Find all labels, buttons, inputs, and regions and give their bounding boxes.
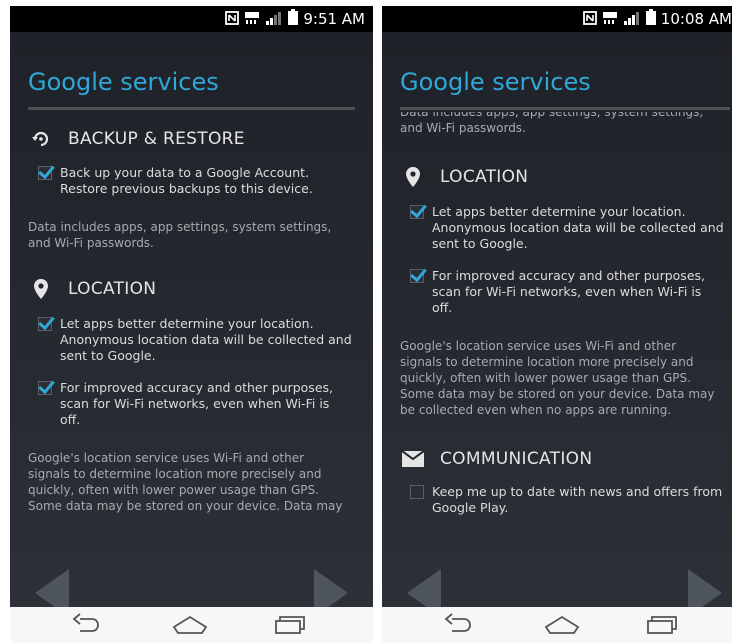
comm-line1: Keep me up to date with news and offers … (432, 484, 723, 499)
backup-section-header: BACKUP & RESTORE (30, 128, 245, 150)
locdesc-line2: signals to determine location more preci… (28, 467, 322, 481)
backup-restore-icon (30, 128, 52, 150)
loc1-line3: sent to Google. (432, 236, 528, 251)
comm-line2: Google Play. (432, 500, 509, 515)
communication-checkbox[interactable] (410, 485, 424, 499)
location-item-2[interactable]: For improved accuracy and other purposes… (410, 268, 705, 316)
location-checkbox-1[interactable] (410, 205, 424, 219)
setup-screen: Google services BACKUP & RESTORE Back up… (10, 32, 373, 607)
location-item-1[interactable]: Let apps better determine your location.… (410, 204, 724, 252)
location-checkbox-1[interactable] (38, 317, 52, 331)
nfc-icon (582, 10, 597, 29)
location-checkbox-2[interactable] (38, 381, 52, 395)
locdesc-line4: Some data may be stored on your device. … (400, 387, 715, 401)
backup-note-line2: and Wi-Fi passwords. (28, 236, 154, 250)
backup-note: Data includes apps, app settings, system… (28, 219, 331, 251)
status-time: 10:08 AM (660, 10, 732, 28)
navigation-bar (382, 607, 732, 643)
loc2-line2: scan for Wi-Fi networks, even when Wi-Fi… (60, 396, 330, 411)
location-item-1[interactable]: Let apps better determine your location.… (38, 316, 352, 364)
location-section-header: LOCATION (30, 278, 156, 300)
backup-checkbox[interactable] (38, 166, 52, 180)
phone-screen-right: 10:08 AM Google services Data includes a… (382, 0, 732, 643)
loc1-line2: Anonymous location data will be collecte… (60, 332, 352, 347)
location-checkbox-2[interactable] (410, 269, 424, 283)
loc1-line1: Let apps better determine your location. (60, 316, 314, 331)
battery-icon (645, 9, 656, 29)
title-divider (28, 107, 355, 110)
location-section-header: LOCATION (402, 166, 528, 188)
next-button[interactable] (314, 569, 348, 607)
loc2-line3: off. (60, 412, 81, 427)
location-pin-icon (402, 166, 424, 188)
loc2-line1: For improved accuracy and other purposes… (432, 268, 705, 283)
previous-button[interactable] (35, 569, 69, 607)
scroll-content[interactable]: Data includes apps, app settings, system… (382, 112, 732, 547)
location-item-2[interactable]: For improved accuracy and other purposes… (38, 380, 333, 428)
location-section-title: LOCATION (68, 279, 157, 299)
previous-button[interactable] (407, 569, 441, 607)
location-item-1-label: Let apps better determine your location.… (60, 316, 352, 364)
location-section-title: LOCATION (440, 167, 529, 187)
backup-label-line1: Back up your data to a Google Account. (60, 165, 310, 180)
lte-icon (602, 10, 618, 29)
location-description: Google's location service uses Wi-Fi and… (28, 450, 342, 514)
location-pin-icon (30, 278, 52, 300)
lte-icon (244, 10, 260, 29)
backup-note-partial: Data includes apps, app settings, system… (400, 112, 703, 136)
communication-item[interactable]: Keep me up to date with news and offers … (410, 484, 722, 516)
backup-note-line1: Data includes apps, app settings, system… (28, 220, 332, 234)
locdesc-line1: Google's location service uses Wi-Fi and… (28, 451, 305, 465)
signal-icon (265, 10, 283, 29)
locdesc-line2: signals to determine location more preci… (400, 355, 694, 369)
back-icon[interactable] (444, 613, 480, 637)
backup-section-title: BACKUP & RESTORE (68, 129, 245, 149)
navigation-bar (10, 607, 373, 643)
loc2-line1: For improved accuracy and other purposes… (60, 380, 333, 395)
status-bar: 10:08 AM (382, 6, 732, 32)
locdesc-line1: Google's location service uses Wi-Fi and… (400, 339, 677, 353)
recents-icon[interactable] (644, 613, 680, 637)
next-button[interactable] (688, 569, 722, 607)
loc2-line2: scan for Wi-Fi networks, even when Wi-Fi… (432, 284, 702, 299)
locdesc-line5: be collected even when no apps are runni… (400, 403, 672, 417)
partial-line1: Data includes apps, app settings, system… (400, 112, 704, 119)
communication-section-title: COMMUNICATION (440, 449, 593, 469)
status-bar: 9:51 AM (10, 6, 373, 32)
backup-checkbox-item[interactable]: Back up your data to a Google Account. R… (38, 165, 313, 197)
location-item-2-label: For improved accuracy and other purposes… (432, 268, 705, 316)
locdesc-line3: quickly, often with lower power usage th… (28, 483, 319, 497)
recents-icon[interactable] (272, 613, 308, 637)
location-description: Google's location service uses Wi-Fi and… (400, 338, 714, 418)
signal-icon (623, 10, 641, 29)
battery-icon (288, 9, 299, 29)
partial-line2: and Wi-Fi passwords. (400, 121, 526, 135)
loc1-line2: Anonymous location data will be collecte… (432, 220, 724, 235)
envelope-icon (402, 448, 424, 470)
nfc-icon (225, 10, 240, 29)
location-item-2-label: For improved accuracy and other purposes… (60, 380, 333, 428)
page-title: Google services (400, 68, 591, 96)
locdesc-line4: Some data may be stored on your device. … (28, 499, 343, 513)
loc1-line3: sent to Google. (60, 348, 156, 363)
locdesc-line3: quickly, often with lower power usage th… (400, 371, 691, 385)
back-icon[interactable] (72, 613, 108, 637)
scroll-content[interactable]: BACKUP & RESTORE Back up your data to a … (10, 112, 373, 547)
communication-item-label: Keep me up to date with news and offers … (432, 484, 722, 516)
home-icon[interactable] (544, 613, 580, 637)
communication-section-header: COMMUNICATION (402, 448, 592, 470)
loc1-line1: Let apps better determine your location. (432, 204, 686, 219)
status-time: 9:51 AM (303, 10, 365, 28)
home-icon[interactable] (172, 613, 208, 637)
backup-label-line2: Restore previous backups to this device. (60, 181, 313, 196)
title-divider (400, 107, 730, 110)
backup-checkbox-label: Back up your data to a Google Account. R… (60, 165, 313, 197)
page-title: Google services (28, 68, 219, 96)
setup-screen: Google services Data includes apps, app … (382, 32, 732, 607)
location-item-1-label: Let apps better determine your location.… (432, 204, 724, 252)
phone-screen-left: 9:51 AM Google services BACKUP & RESTORE… (10, 0, 373, 643)
loc2-line3: off. (432, 300, 453, 315)
